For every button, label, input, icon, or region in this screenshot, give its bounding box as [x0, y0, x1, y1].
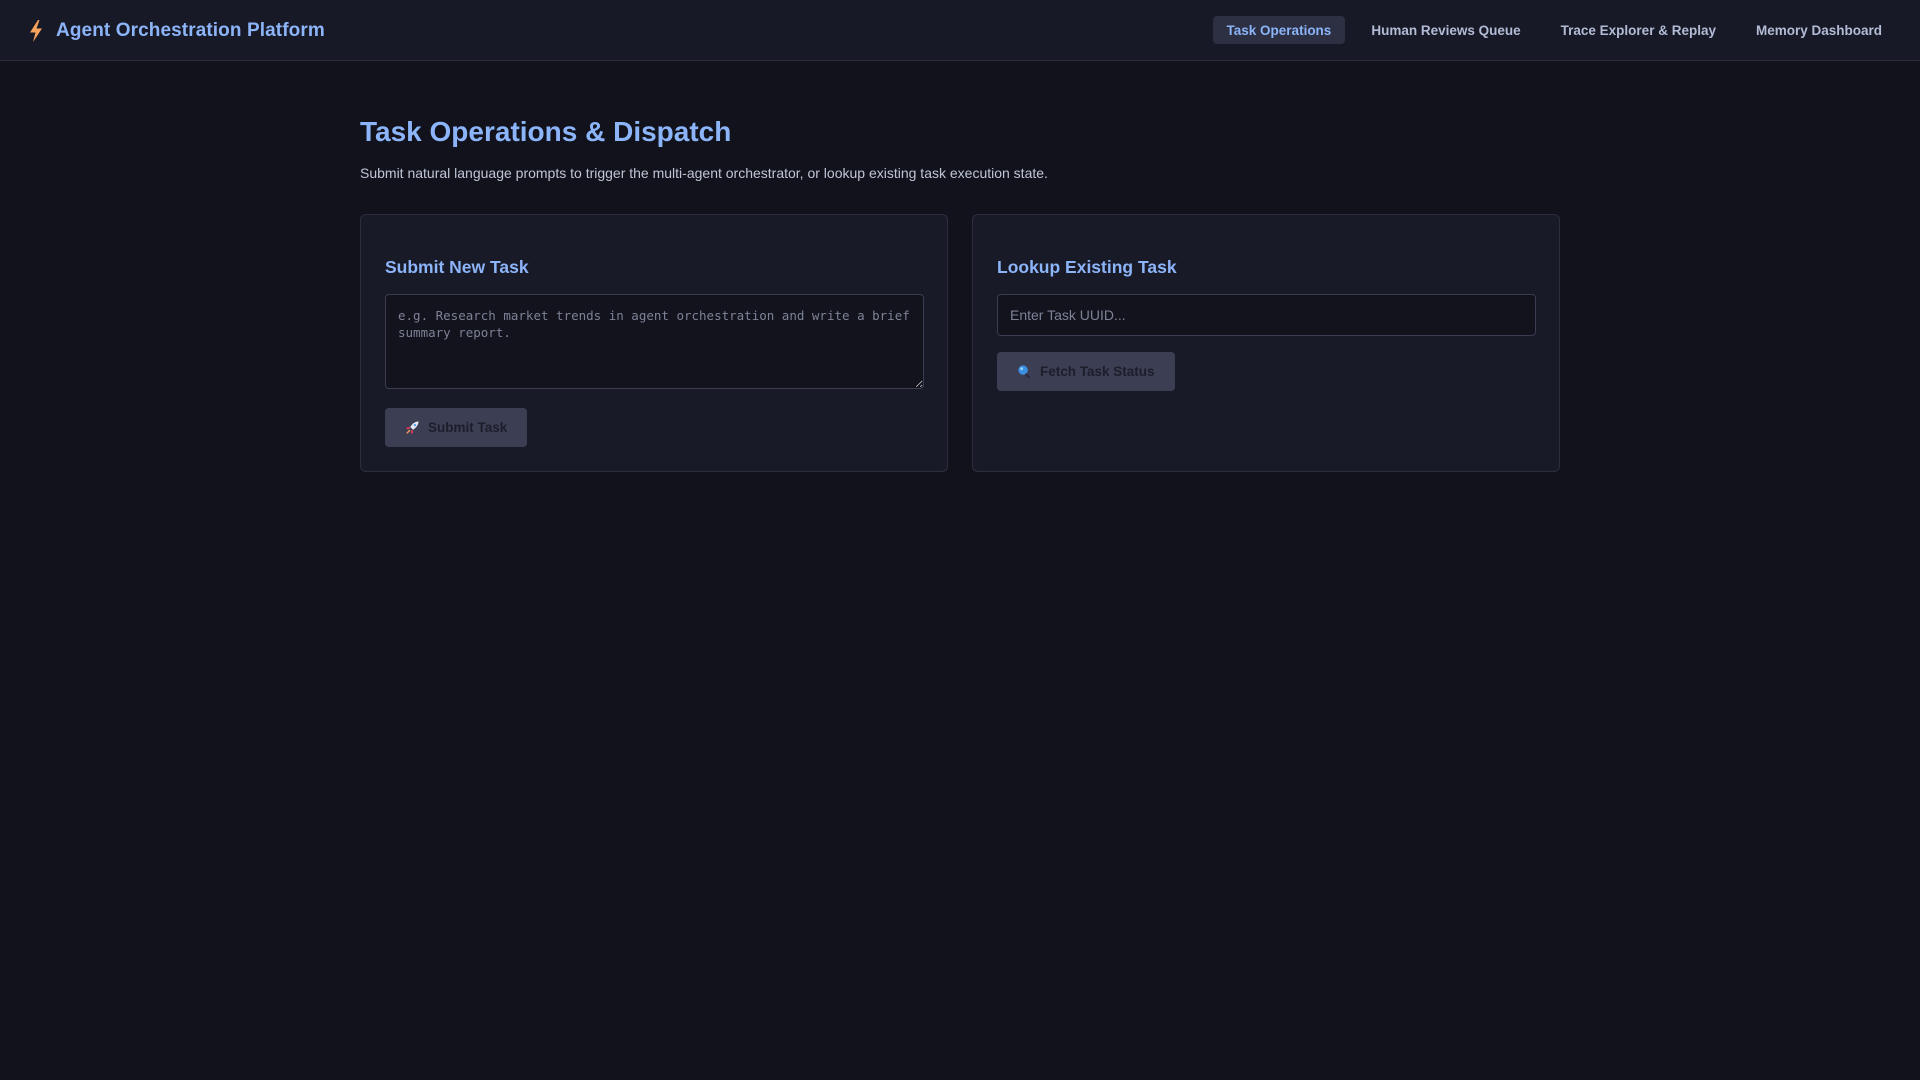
submit-task-button[interactable]: Submit Task: [385, 408, 528, 447]
submit-task-card: Submit New Task Submit Task: [360, 214, 948, 472]
fetch-task-status-button[interactable]: Fetch Task Status: [997, 352, 1175, 391]
main-nav: Task Operations Human Reviews Queue Trac…: [1212, 16, 1896, 44]
app-brand[interactable]: Agent Orchestration Platform: [28, 16, 325, 46]
submit-task-button-label: Submit Task: [428, 420, 508, 435]
rocket-icon: [406, 421, 419, 434]
task-prompt-textarea[interactable]: [385, 294, 924, 389]
fetch-task-status-button-label: Fetch Task Status: [1040, 364, 1155, 379]
magnifier-icon: [1018, 365, 1030, 379]
nav-tab-memory-dashboard[interactable]: Memory Dashboard: [1742, 16, 1896, 44]
app-title: Agent Orchestration Platform: [56, 20, 325, 41]
nav-tab-trace-explorer[interactable]: Trace Explorer & Replay: [1547, 16, 1730, 44]
top-navbar: Agent Orchestration Platform Task Operat…: [0, 0, 1920, 61]
lookup-task-card-title: Lookup Existing Task: [997, 257, 1177, 277]
page-description: Submit natural language prompts to trigg…: [360, 165, 1048, 181]
page-title: Task Operations & Dispatch: [360, 116, 732, 147]
lookup-task-card: Lookup Existing Task Fetch Task Status: [972, 214, 1560, 472]
nav-tab-human-reviews-queue[interactable]: Human Reviews Queue: [1357, 16, 1534, 44]
lightning-bolt-icon: [30, 20, 42, 42]
task-uuid-input[interactable]: [997, 294, 1536, 336]
submit-task-card-title: Submit New Task: [385, 257, 529, 277]
nav-tab-task-operations[interactable]: Task Operations: [1212, 16, 1346, 44]
